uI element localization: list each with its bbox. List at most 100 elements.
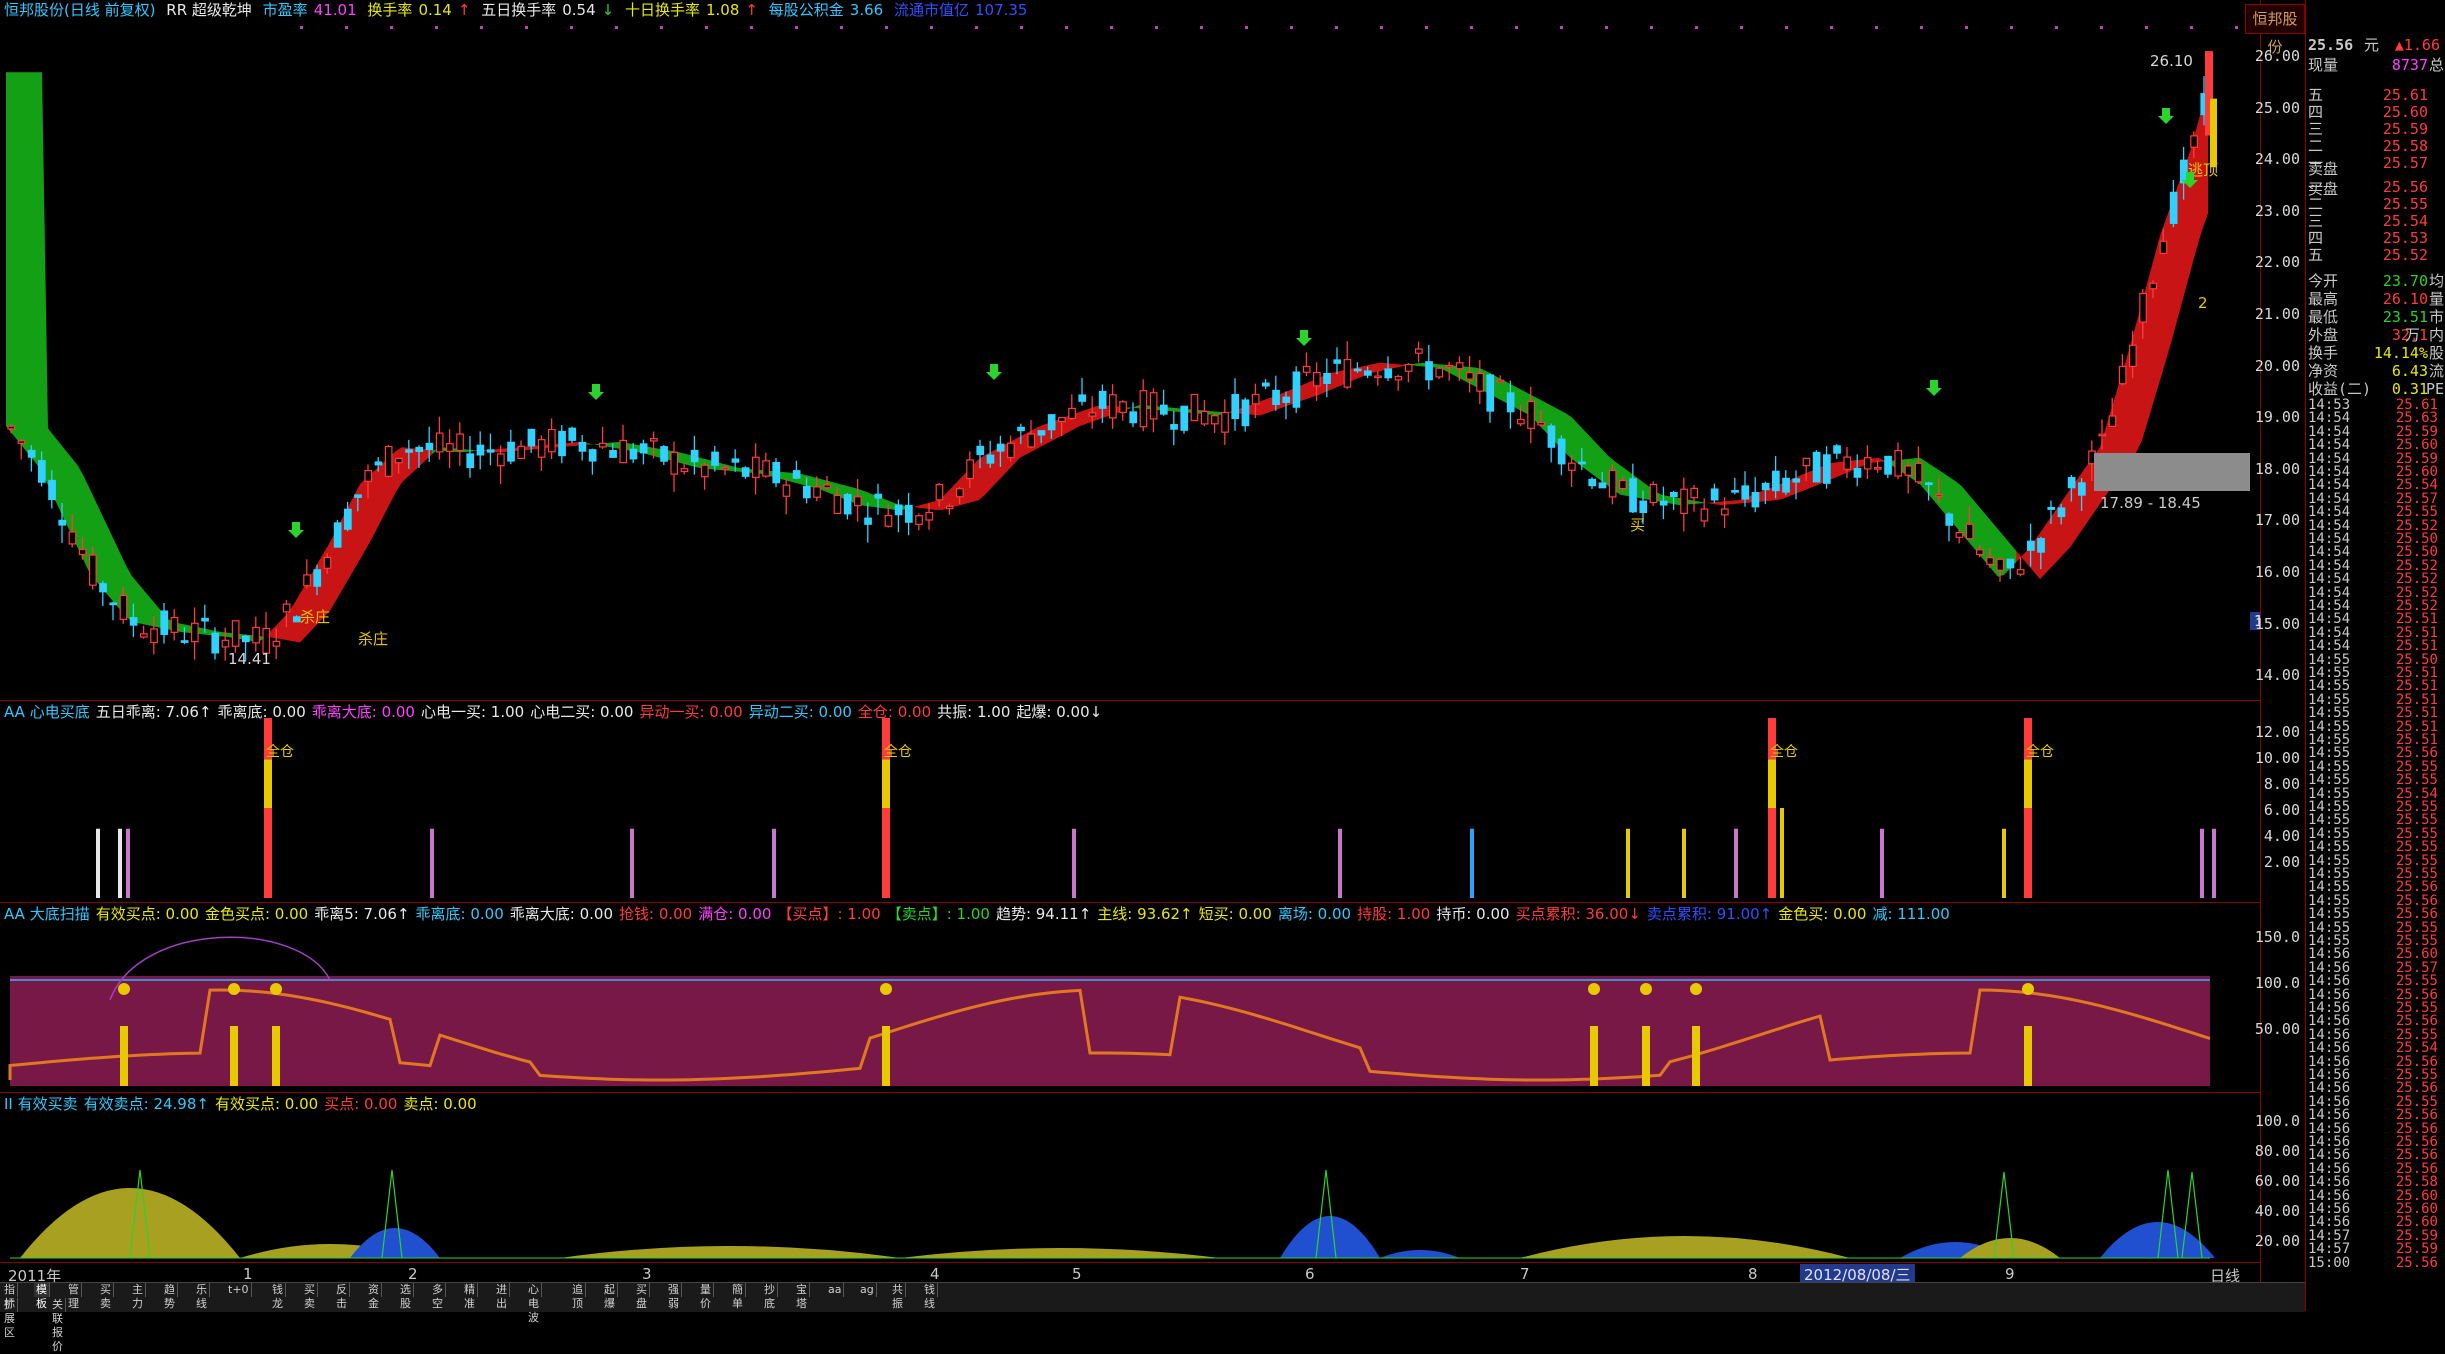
panel1-header-item: 共振: 1.00	[937, 703, 1011, 721]
ribbon-segment	[366, 472, 372, 550]
ribbon-segment	[1698, 501, 1704, 504]
candle-body	[1700, 508, 1709, 522]
candle-body	[1537, 421, 1546, 426]
panel1-header-item: 起爆: 0.00↓	[1016, 703, 1103, 721]
bottom-tab[interactable]: 选股	[398, 1283, 414, 1310]
ribbon-segment	[96, 502, 102, 589]
panel2-header-item: 卖点累积: 91.00↑	[1646, 905, 1773, 923]
bottom-tab[interactable]: 进出	[494, 1283, 510, 1310]
top-marker	[2100, 26, 2103, 29]
candle-body	[1496, 379, 1505, 383]
bottom-tab-secondary[interactable]: 关联报价	[50, 1298, 66, 1353]
top-marker	[2055, 26, 2058, 29]
ribbon-segment	[66, 450, 72, 536]
candle-body	[874, 493, 883, 499]
bottom-tab[interactable]: 趋势	[162, 1283, 178, 1310]
panel2-spike	[2024, 1026, 2032, 1086]
bottom-tab-secondary[interactable]: 扩展区	[2, 1298, 18, 1339]
candle-body	[323, 556, 332, 569]
bottom-tab[interactable]: 强弱	[666, 1283, 682, 1310]
bid-row-value: 25.55	[2382, 195, 2428, 213]
panel2-spike	[1642, 1026, 1650, 1086]
bottom-tab[interactable]: 钱龙	[270, 1283, 286, 1310]
bottom-tab[interactable]: 资金	[366, 1283, 382, 1310]
bottom-tab[interactable]: 主力	[130, 1283, 146, 1310]
candle-body	[1598, 482, 1607, 489]
candle-body	[1221, 411, 1229, 433]
bottom-tab[interactable]: 模板	[34, 1283, 50, 1310]
bottom-tab[interactable]: 多空	[430, 1283, 446, 1310]
bottom-tab[interactable]: ag	[858, 1283, 877, 1297]
panel3-mountain	[1520, 1236, 1850, 1258]
candle-body	[2118, 365, 2127, 385]
candle-body	[915, 515, 923, 525]
candle-body	[1578, 461, 1586, 465]
ribbon-segment	[1590, 436, 1596, 477]
bottom-tab[interactable]: 乐线	[194, 1283, 210, 1310]
candle-body	[313, 569, 322, 587]
bottom-tab[interactable]: 抄底	[762, 1283, 778, 1310]
bid-row-label: 三	[2308, 212, 2324, 230]
candle-body	[231, 620, 240, 647]
bottom-tab[interactable]: 钱线	[922, 1283, 938, 1310]
bottom-tab[interactable]: aa	[826, 1283, 845, 1297]
x-month-label: 4	[930, 1265, 940, 1283]
candle-body	[456, 433, 464, 452]
candle-body	[843, 494, 852, 515]
bottom-tab[interactable]: 管理	[66, 1283, 82, 1310]
bottom-tab[interactable]: 簡单	[730, 1283, 746, 1310]
candle-body	[731, 458, 740, 463]
stat-row: 收益(二) 0.31 PE	[2308, 380, 2444, 398]
stat-row-value: 23.70	[2382, 272, 2428, 290]
candle-body	[486, 449, 495, 453]
chart-area[interactable]: 恒邦股份(日线 前复权) RR 超级乾坤 市盈率 41.01 换手率 0.14 ↑ 五…	[0, 0, 2305, 1285]
top-marker	[1560, 26, 1563, 29]
bottom-tab[interactable]: 量价	[698, 1283, 714, 1310]
bottom-tab[interactable]: 追顶	[570, 1283, 586, 1310]
ribbon-segment	[1302, 382, 1308, 401]
bid-row: 四 25.53	[2308, 229, 2444, 247]
panel1-header-item: 心电二买: 0.00	[530, 703, 634, 721]
full-position-label: 全仓	[884, 743, 912, 760]
panel2-dot	[1588, 983, 1600, 995]
ask-row: 五 25.61	[2308, 86, 2444, 104]
ribbon-segment	[2064, 489, 2070, 554]
bottom-tab[interactable]: 共振	[890, 1283, 906, 1310]
candle-body	[1445, 364, 1454, 368]
x-month-label: 6	[1305, 1265, 1315, 1283]
panel2-spike	[1590, 1026, 1598, 1086]
bottom-tab[interactable]: 心电波	[526, 1283, 542, 1324]
panel2-header-item: 买点累积: 36.00↓	[1515, 905, 1641, 923]
panel2-dot	[2022, 983, 2034, 995]
stat-row-label: 外盘	[2308, 326, 2339, 344]
ribbon-segment	[1878, 457, 1884, 463]
candle-body	[1567, 462, 1576, 471]
stat-row-value: 23.51	[2382, 308, 2428, 326]
bottom-tab[interactable]: t+0	[226, 1283, 252, 1297]
panel2-header-item: AA 大底扫描	[4, 905, 90, 923]
ribbon-segment	[1728, 500, 1734, 505]
axis-tick: 100.0	[2254, 1112, 2300, 1130]
kill-label: 杀庄	[300, 608, 330, 626]
top-marker	[390, 26, 393, 29]
candle-body	[1292, 371, 1301, 408]
bottom-tab[interactable]: 宝塔	[794, 1283, 810, 1310]
ribbon-segment	[654, 447, 660, 458]
candle-body	[2108, 415, 2117, 427]
bottom-tab[interactable]: 精准	[462, 1283, 478, 1310]
bottom-tab[interactable]: 买卖	[302, 1283, 318, 1310]
panel2-spike	[882, 1026, 890, 1086]
candle-body	[588, 449, 597, 462]
candle-body	[1782, 477, 1790, 493]
bottom-tab[interactable]: 指标	[2, 1283, 18, 1310]
bottom-tab[interactable]: 买卖	[98, 1283, 114, 1310]
bottom-tab[interactable]: 买盘	[634, 1283, 650, 1310]
stat-row-value: 14.14%	[2373, 344, 2428, 362]
candle-body	[1435, 367, 1444, 378]
ribbon-segment	[2190, 129, 2196, 273]
candle-body	[1119, 401, 1127, 413]
candle-body	[1210, 415, 1219, 425]
bottom-tab[interactable]: 反击	[334, 1283, 350, 1310]
bottom-tab[interactable]: 起爆	[602, 1283, 618, 1310]
ribbon-segment	[276, 619, 282, 640]
